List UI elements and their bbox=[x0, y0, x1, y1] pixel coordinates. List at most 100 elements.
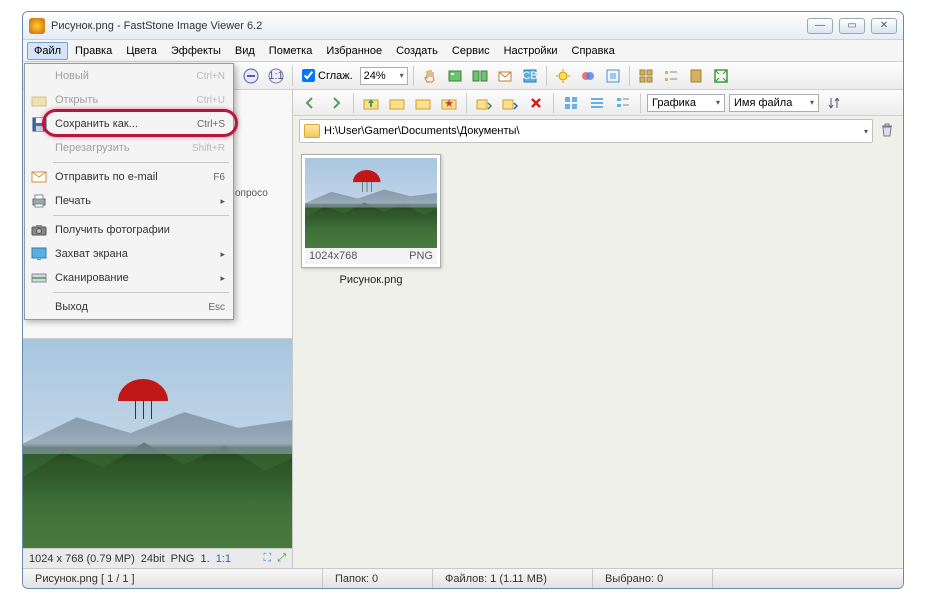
preview-format: PNG bbox=[171, 553, 195, 565]
menu-tag[interactable]: Пометка bbox=[262, 42, 320, 60]
preview-page: 1. bbox=[201, 553, 210, 565]
submenu-arrow-icon: ▸ bbox=[220, 196, 225, 207]
menu-colors[interactable]: Цвета bbox=[119, 42, 164, 60]
menu-open[interactable]: Открыть Ctrl+U bbox=[25, 88, 233, 112]
preview-ratio: 1:1 bbox=[216, 553, 231, 565]
nav-back-button[interactable] bbox=[299, 92, 321, 114]
maximize-button[interactable]: ▭ bbox=[839, 18, 865, 34]
preview-info-bar: 1024 x 768 (0.79 MP) 24bit PNG 1. 1:1 ⛶ … bbox=[23, 548, 292, 568]
menu-file[interactable]: Файл bbox=[27, 42, 68, 60]
color-adjust-button[interactable] bbox=[577, 65, 599, 87]
menu-send-email[interactable]: Отправить по e-mail F6 bbox=[25, 165, 233, 189]
delete-button[interactable] bbox=[525, 92, 547, 114]
smoothing-checkbox[interactable]: Сглаж. bbox=[302, 69, 353, 82]
thumbnail-item[interactable]: 1024x768 PNG Рисунок.png bbox=[301, 154, 441, 286]
preview-dims: 1024 x 768 (0.79 MP) bbox=[29, 553, 135, 565]
brightness-button[interactable] bbox=[552, 65, 574, 87]
nav-forward-button[interactable] bbox=[325, 92, 347, 114]
file-menu-dropdown: Новый Ctrl+N Открыть Ctrl+U Сохранить ка… bbox=[24, 63, 234, 320]
status-selected: Выбрано: 0 bbox=[593, 569, 713, 588]
detail-view-button[interactable] bbox=[612, 92, 634, 114]
thumb-view-button[interactable] bbox=[560, 92, 582, 114]
menu-screen-capture[interactable]: Захват экрана ▸ bbox=[25, 242, 233, 266]
fit-icon[interactable]: ⛶ bbox=[263, 552, 271, 565]
batch-convert-button[interactable]: CB bbox=[519, 65, 541, 87]
slideshow-button[interactable] bbox=[444, 65, 466, 87]
preview-image[interactable] bbox=[23, 338, 292, 548]
trash-icon[interactable] bbox=[879, 122, 895, 138]
menu-save-as[interactable]: Сохранить как... Ctrl+S bbox=[25, 112, 233, 136]
menu-reload[interactable]: Перезагрузить Shift+R bbox=[25, 136, 233, 160]
menu-tools[interactable]: Сервис bbox=[445, 42, 497, 60]
exit-icon bbox=[31, 299, 47, 315]
print-icon bbox=[31, 193, 47, 209]
menu-acquire-photos[interactable]: Получить фотографии bbox=[25, 218, 233, 242]
path-bar[interactable]: H:\User\Gamer\Documents\Документы\ bbox=[299, 119, 873, 143]
view-details-button[interactable] bbox=[685, 65, 707, 87]
email-tool-button[interactable] bbox=[494, 65, 516, 87]
resize-button[interactable] bbox=[602, 65, 624, 87]
folder-desktop-button[interactable] bbox=[412, 92, 434, 114]
menu-exit[interactable]: Выход Esc bbox=[25, 295, 233, 319]
app-icon bbox=[29, 18, 45, 34]
folder-icon bbox=[304, 124, 320, 138]
menu-print[interactable]: Печать ▸ bbox=[25, 189, 233, 213]
fullscreen-button[interactable] bbox=[710, 65, 732, 87]
expand-icon[interactable]: ⤢ bbox=[277, 552, 286, 565]
view-list-button[interactable] bbox=[660, 65, 682, 87]
view-thumbnails-button[interactable] bbox=[635, 65, 657, 87]
menubar: Файл Правка Цвета Эффекты Вид Пометка Из… bbox=[23, 40, 903, 62]
obscured-text-fragment: опросо bbox=[235, 188, 268, 199]
save-icon bbox=[31, 116, 47, 132]
zoom-out-button[interactable] bbox=[240, 65, 262, 87]
menu-help[interactable]: Справка bbox=[565, 42, 622, 60]
menu-new[interactable]: Новый Ctrl+N bbox=[25, 64, 233, 88]
compare-button[interactable] bbox=[469, 65, 491, 87]
svg-text:1:1: 1:1 bbox=[268, 70, 283, 82]
capture-icon bbox=[31, 246, 47, 262]
camera-icon bbox=[31, 222, 47, 238]
titlebar: Рисунок.png - FastStone Image Viewer 6.2… bbox=[23, 12, 903, 40]
new-icon bbox=[31, 68, 47, 84]
menu-create[interactable]: Создать bbox=[389, 42, 445, 60]
email-icon bbox=[31, 169, 47, 185]
preview-bit: 24bit bbox=[141, 553, 165, 565]
menu-favorites[interactable]: Избранное bbox=[319, 42, 389, 60]
folder-up-button[interactable] bbox=[360, 92, 382, 114]
open-icon bbox=[31, 92, 47, 108]
window-title: Рисунок.png - FastStone Image Viewer 6.2 bbox=[51, 20, 807, 32]
copy-to-button[interactable] bbox=[473, 92, 495, 114]
zoom-actual-button[interactable]: 1:1 bbox=[265, 65, 287, 87]
menu-effects[interactable]: Эффекты bbox=[164, 42, 228, 60]
smoothing-label: Сглаж. bbox=[318, 70, 353, 82]
thumbnail-area[interactable]: 1024x768 PNG Рисунок.png bbox=[293, 146, 903, 568]
zoom-combo[interactable]: 24% bbox=[360, 67, 408, 85]
thumb-format: PNG bbox=[409, 250, 433, 262]
svg-text:CB: CB bbox=[522, 70, 537, 82]
scan-icon bbox=[31, 270, 47, 286]
minimize-button[interactable]: — bbox=[807, 18, 833, 34]
right-panel: ★ Графика Имя файла H:\User\Gamer\Docume… bbox=[293, 90, 903, 568]
path-text: H:\User\Gamer\Documents\Документы\ bbox=[324, 125, 519, 137]
menu-view[interactable]: Вид bbox=[228, 42, 262, 60]
sort-combo[interactable]: Имя файла bbox=[729, 94, 819, 112]
reload-icon bbox=[31, 140, 47, 156]
menu-scan[interactable]: Сканирование ▸ bbox=[25, 266, 233, 290]
status-file: Рисунок.png [ 1 / 1 ] bbox=[23, 569, 323, 588]
folder-home-button[interactable] bbox=[386, 92, 408, 114]
menu-settings[interactable]: Настройки bbox=[497, 42, 565, 60]
move-to-button[interactable] bbox=[499, 92, 521, 114]
submenu-arrow-icon: ▸ bbox=[220, 273, 225, 284]
menu-edit[interactable]: Правка bbox=[68, 42, 119, 60]
status-files: Файлов: 1 (1.11 MB) bbox=[433, 569, 593, 588]
folder-favorite-button[interactable]: ★ bbox=[438, 92, 460, 114]
submenu-arrow-icon: ▸ bbox=[220, 249, 225, 260]
close-button[interactable]: ✕ bbox=[871, 18, 897, 34]
thumb-filename: Рисунок.png bbox=[301, 268, 441, 286]
main-window: Рисунок.png - FastStone Image Viewer 6.2… bbox=[22, 11, 904, 589]
svg-text:★: ★ bbox=[444, 98, 454, 110]
filter-combo[interactable]: Графика bbox=[647, 94, 725, 112]
hand-tool-button[interactable] bbox=[419, 65, 441, 87]
sort-order-button[interactable] bbox=[823, 92, 845, 114]
list-view-button[interactable] bbox=[586, 92, 608, 114]
